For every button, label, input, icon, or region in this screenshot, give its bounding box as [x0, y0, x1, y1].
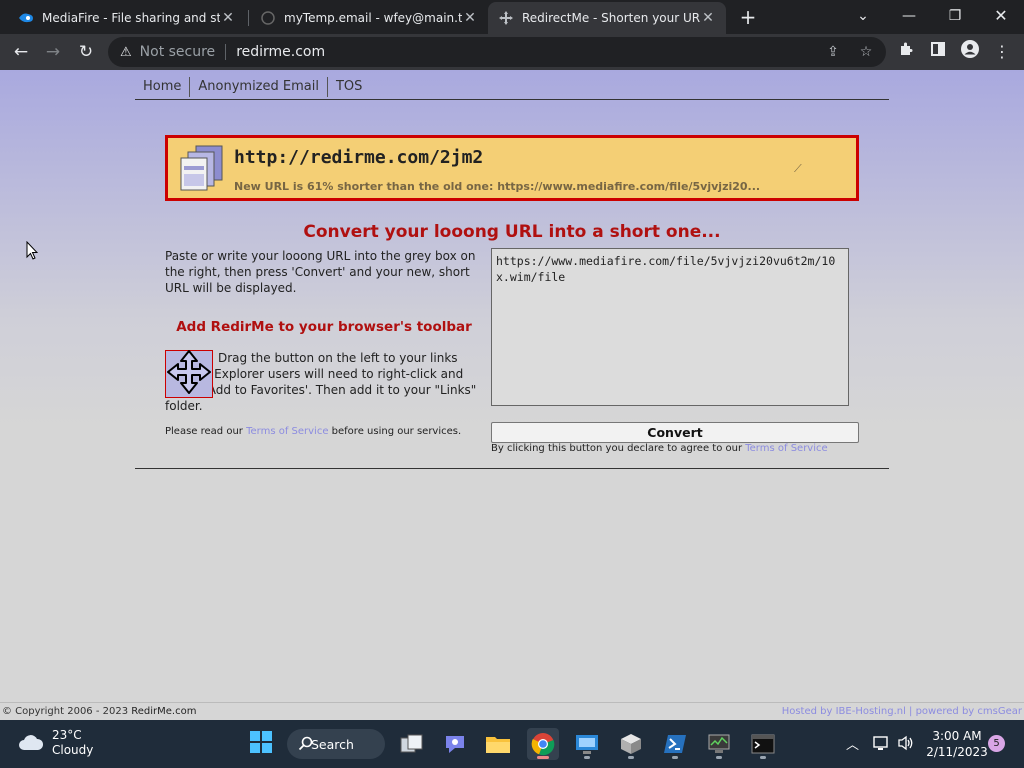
weather-condition: Cloudy: [52, 743, 94, 757]
system-monitor-icon[interactable]: [703, 728, 735, 760]
short-url-result: http://redirme.com/2jm2 New URL is 61% s…: [165, 135, 859, 201]
convert-button[interactable]: Convert: [491, 422, 859, 443]
mediafire-icon: [18, 10, 34, 26]
volume-icon[interactable]: [897, 735, 915, 754]
taskbar-search[interactable]: Search: [287, 729, 385, 759]
nav-home-link[interactable]: Home: [135, 77, 189, 97]
running-indicator: [628, 756, 634, 759]
show-hidden-icons-chevron-icon[interactable]: ︿: [846, 734, 859, 753]
tab-mediafire[interactable]: MediaFire - File sharing and storage ✕: [8, 2, 246, 34]
system-clock[interactable]: 3:00 AM 2/11/2023: [924, 728, 990, 760]
running-indicator: [537, 756, 549, 759]
copyright-prefix: © Copyright 2006 - 2023: [2, 706, 132, 717]
tab-separator: [248, 10, 249, 26]
hosted-by-link[interactable]: Hosted by IBE-Hosting.nl | powered by cm…: [782, 706, 1022, 717]
bookmark-star-icon[interactable]: ☆: [854, 40, 878, 64]
tos-link[interactable]: Terms of Service: [246, 426, 328, 437]
close-tab-icon[interactable]: ✕: [462, 10, 478, 26]
site-nav: Home Anonymized Email TOS: [135, 74, 889, 100]
security-label[interactable]: Not secure: [140, 44, 216, 60]
short-url-text[interactable]: http://redirme.com/2jm2: [234, 147, 483, 168]
package-installer-icon[interactable]: [615, 728, 647, 760]
restore-icon[interactable]: ❐: [932, 4, 978, 28]
extensions-icon[interactable]: [894, 40, 918, 64]
page-headline: Convert your looong URL into a short one…: [303, 222, 721, 242]
browser-toolbar: ← → ↻ ⚠ Not secure redirme.com ⇪ ☆ ⋮: [0, 34, 1024, 70]
notification-badge[interactable]: 5: [988, 735, 1005, 752]
temperature: 23°C: [52, 728, 82, 742]
windows-taskbar: 23°C Cloudy Search ︿ 3:00 AM 2/11/2023: [0, 720, 1024, 768]
bookmarklet-button[interactable]: [165, 350, 213, 398]
redirme-icon: [498, 10, 514, 26]
tab-title: RedirectMe - Shorten your URL today: [522, 11, 700, 25]
documents-icon: [178, 144, 226, 192]
agree-tos-link[interactable]: Terms of Service: [745, 443, 827, 454]
tab-redirme[interactable]: RedirectMe - Shorten your URL today ✕: [488, 2, 726, 34]
cloud-icon: [18, 733, 44, 754]
remote-desktop-icon[interactable]: [571, 728, 603, 760]
tab-title: myTemp.email - wfey@main.truyo.com: [284, 11, 462, 25]
forward-icon[interactable]: →: [41, 40, 65, 64]
new-tab-icon[interactable]: +: [736, 5, 760, 29]
clock-date: 2/11/2023: [926, 745, 988, 759]
share-icon[interactable]: ⇪: [821, 40, 845, 64]
tab-title: MediaFire - File sharing and storage: [42, 11, 220, 25]
agree-note-prefix: By clicking this button you declare to a…: [491, 443, 746, 454]
clock-time: 3:00 AM: [932, 729, 982, 743]
divider: [225, 44, 227, 60]
copyright: © Copyright 2006 - 2023 RedirMe.com: [2, 706, 196, 717]
resize-grip-icon[interactable]: ⟋: [794, 162, 802, 176]
close-tab-icon[interactable]: ✕: [700, 10, 716, 26]
reload-icon[interactable]: ↻: [74, 40, 98, 64]
close-tab-icon[interactable]: ✕: [220, 10, 236, 26]
copyright-site: RedirMe.com: [131, 706, 197, 717]
tab-strip: MediaFire - File sharing and storage ✕ m…: [0, 0, 1024, 34]
file-explorer-icon[interactable]: [482, 728, 514, 760]
windows-logo-icon: [250, 731, 272, 757]
tos-note-suffix: before using our services.: [328, 426, 462, 437]
back-icon[interactable]: ←: [9, 40, 33, 64]
toolbar-heading: Add RedirMe to your browser's toolbar: [176, 319, 472, 335]
page-content: Home Anonymized Email TOS http://redirme…: [0, 70, 1024, 720]
running-indicator: [760, 756, 766, 759]
side-panel-icon[interactable]: [926, 40, 950, 64]
divider: [135, 468, 889, 469]
agree-note: By clicking this button you declare to a…: [491, 443, 828, 454]
search-label: Search: [311, 736, 354, 752]
tab-search-chevron-icon[interactable]: ⌄: [840, 4, 886, 28]
instructions-text: Paste or write your looong URL into the …: [165, 249, 476, 295]
drag-instructions: Drag the button on the left to your link…: [165, 351, 477, 413]
warning-icon[interactable]: ⚠: [120, 45, 132, 60]
chrome-taskbar-icon[interactable]: [527, 728, 559, 760]
start-button[interactable]: [245, 728, 277, 760]
tab-mytemp[interactable]: myTemp.email - wfey@main.truyo.com ✕: [250, 2, 488, 34]
task-view-icon[interactable]: [396, 728, 428, 760]
shortening-info: New URL is 61% shorter than the old one:…: [234, 180, 761, 193]
tos-note: Please read our Terms of Service before …: [165, 426, 461, 437]
running-indicator: [672, 756, 678, 759]
powershell-icon[interactable]: [659, 728, 691, 760]
nav-anonymized-email-link[interactable]: Anonymized Email: [189, 76, 327, 97]
url-text[interactable]: redirme.com: [236, 44, 325, 60]
long-url-input[interactable]: https://www.mediafire.com/file/5vjvjzi20…: [491, 248, 849, 406]
profile-icon[interactable]: [958, 40, 982, 64]
running-indicator: [716, 756, 722, 759]
page-footer: © Copyright 2006 - 2023 RedirMe.com Host…: [0, 702, 1024, 720]
mytemp-icon: [260, 10, 276, 26]
running-indicator: [584, 756, 590, 759]
minimize-icon[interactable]: —: [886, 4, 932, 28]
teams-chat-icon[interactable]: [439, 728, 471, 760]
terminal-icon[interactable]: [747, 728, 779, 760]
network-icon[interactable]: [872, 735, 890, 754]
mouse-cursor-icon: [26, 240, 39, 265]
menu-kebab-icon[interactable]: ⋮: [990, 40, 1014, 64]
move-arrows-icon: [166, 349, 212, 399]
nav-tos-link[interactable]: TOS: [326, 76, 370, 97]
tos-note-prefix: Please read our: [165, 426, 247, 437]
address-bar[interactable]: ⚠ Not secure redirme.com: [108, 37, 886, 67]
weather-widget[interactable]: 23°C Cloudy: [18, 728, 93, 758]
close-window-icon[interactable]: ✕: [978, 4, 1024, 28]
search-icon: [298, 736, 313, 754]
